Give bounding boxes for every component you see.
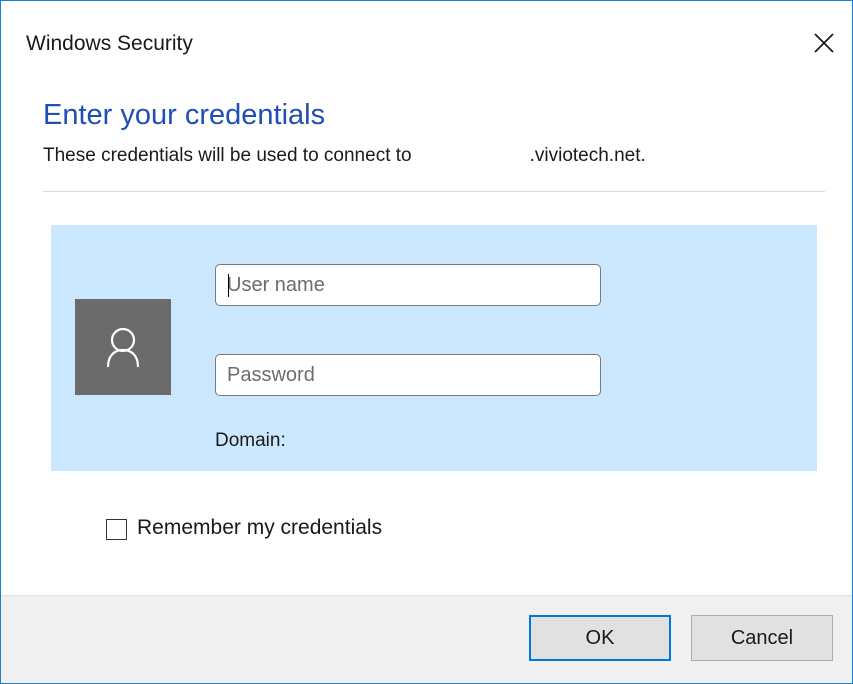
- credentials-dialog: Windows Security Enter your credentials …: [0, 0, 853, 684]
- username-placeholder: User name: [227, 274, 325, 296]
- remember-label: Remember my credentials: [137, 516, 383, 539]
- server-name: .viviotech.net.: [529, 145, 646, 166]
- text-caret: [228, 274, 229, 297]
- cancel-button[interactable]: Cancel: [691, 615, 833, 661]
- window-title: Windows Security: [26, 32, 193, 55]
- user-icon: [106, 327, 140, 368]
- separator: [43, 191, 825, 192]
- password-placeholder: Password: [227, 364, 315, 386]
- password-field[interactable]: Password: [215, 354, 601, 396]
- close-icon: [814, 33, 834, 53]
- username-field[interactable]: User name: [215, 264, 601, 306]
- close-button[interactable]: [806, 25, 842, 61]
- dialog-heading: Enter your credentials: [43, 99, 326, 131]
- ok-button[interactable]: OK: [529, 615, 671, 661]
- subtext-prefix: These credentials will be used to connec…: [43, 145, 412, 166]
- avatar: [75, 299, 171, 395]
- title-bar: Windows Security: [1, 1, 852, 85]
- domain-label: Domain:: [215, 430, 286, 451]
- credential-tile[interactable]: User name Password Domain:: [51, 225, 817, 471]
- dialog-subtext: These credentials will be used to connec…: [43, 145, 646, 167]
- remember-checkbox[interactable]: [106, 519, 127, 540]
- button-bar: OK Cancel: [1, 595, 852, 683]
